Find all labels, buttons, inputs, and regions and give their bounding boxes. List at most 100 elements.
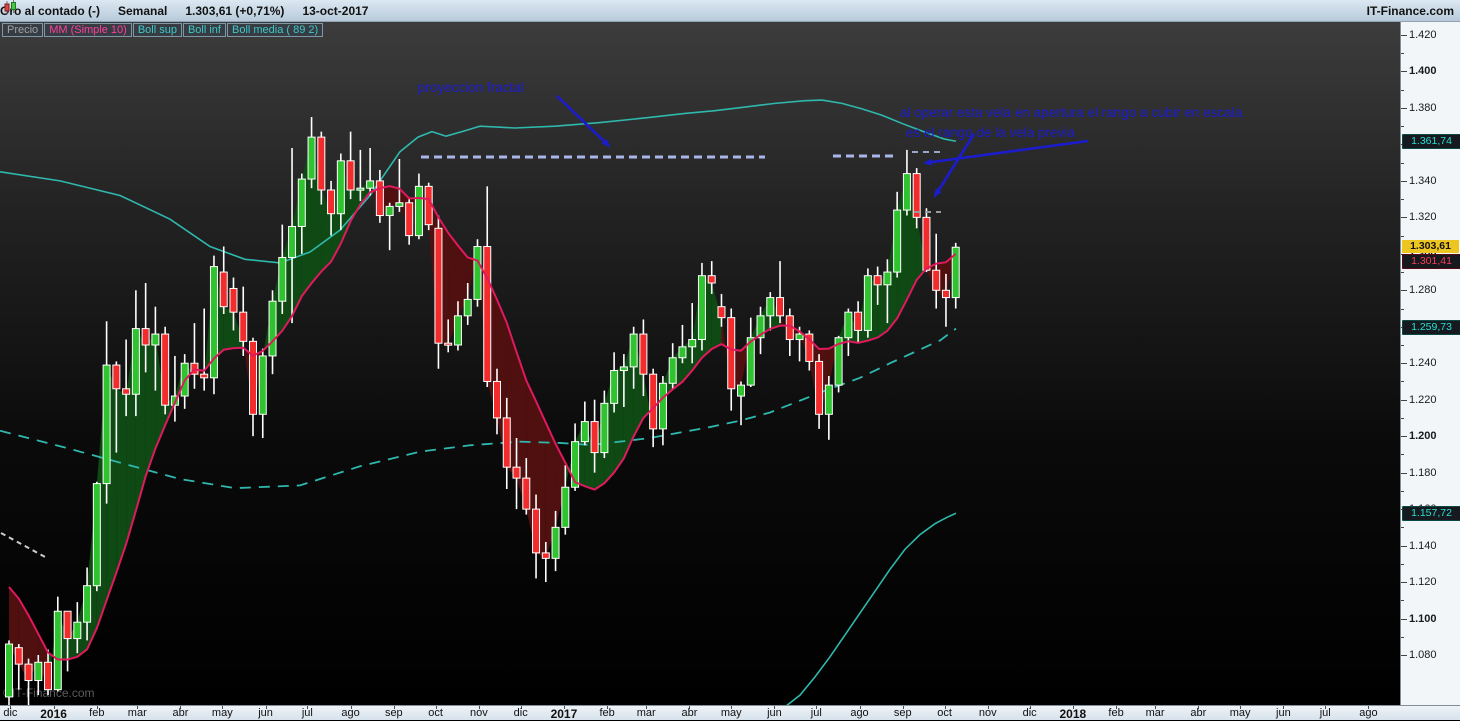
month-label: 2016 bbox=[40, 707, 67, 721]
price-tick bbox=[1401, 126, 1404, 128]
candle bbox=[697, 275, 706, 341]
candle bbox=[854, 311, 863, 331]
legend-chip-boll-media-89-2[interactable]: Boll media ( 89 2) bbox=[226, 23, 324, 37]
candle bbox=[102, 364, 111, 485]
month-label: abr bbox=[1190, 707, 1207, 719]
candle bbox=[483, 246, 492, 382]
fractal-projection-label[interactable]: proyeccion fractal bbox=[418, 80, 524, 95]
candle bbox=[141, 328, 150, 346]
candle bbox=[444, 342, 453, 346]
time-axis[interactable]: dic 2016 feb mar abr may jun jul ago sep oct nov dic… bbox=[0, 705, 1460, 721]
candle bbox=[24, 663, 33, 682]
candle bbox=[600, 402, 609, 454]
candle bbox=[14, 647, 23, 665]
candle bbox=[151, 333, 160, 346]
candle bbox=[561, 486, 570, 528]
candle bbox=[122, 388, 131, 395]
price-tick bbox=[1401, 545, 1407, 547]
price-chart-plot: ©IT-Finance.comproyeccion fractalal oper… bbox=[0, 80, 1243, 705]
legend-chip-mm-simple-10[interactable]: MM (Simple 10) bbox=[44, 23, 132, 37]
drawn-dashed-line[interactable] bbox=[0, 532, 48, 559]
candle bbox=[200, 373, 209, 379]
candle bbox=[649, 373, 658, 430]
candle bbox=[707, 275, 716, 284]
legend-chip-precio[interactable]: Precio bbox=[2, 23, 44, 37]
candle bbox=[453, 315, 462, 346]
trade-note-line1[interactable]: al operar esta vela en apertura el rango… bbox=[900, 105, 1243, 120]
candle bbox=[639, 333, 648, 375]
month-label: jul bbox=[301, 707, 313, 719]
month-label: may bbox=[211, 707, 233, 719]
price-tick-label: 1.100 bbox=[1409, 612, 1437, 625]
candle bbox=[619, 366, 628, 372]
candle bbox=[346, 160, 355, 191]
price-tick bbox=[1401, 527, 1404, 529]
month-label: sep bbox=[384, 707, 403, 719]
price-tick-label: 1.380 bbox=[1409, 101, 1437, 114]
timeframe-label[interactable]: Semanal bbox=[118, 4, 167, 18]
price-tick bbox=[1401, 272, 1404, 274]
price-tick-label: 1.200 bbox=[1409, 430, 1437, 443]
candle bbox=[580, 421, 589, 443]
brand-link[interactable]: IT-Finance.com bbox=[1367, 4, 1454, 18]
month-label: jul bbox=[810, 707, 822, 719]
price-tick-label: 1.340 bbox=[1409, 174, 1437, 187]
price-tick bbox=[1401, 600, 1404, 602]
trade-note-line2[interactable]: es el rango de la vela previa bbox=[906, 125, 1075, 140]
candle bbox=[375, 180, 384, 217]
candle bbox=[112, 364, 121, 390]
candle bbox=[5, 643, 13, 698]
candle bbox=[737, 384, 745, 397]
drawn-arrow[interactable] bbox=[933, 133, 976, 198]
price-tick bbox=[1401, 89, 1404, 91]
price-tick-label: 1.180 bbox=[1409, 466, 1437, 479]
month-label: jul bbox=[1319, 707, 1331, 719]
candle bbox=[512, 466, 521, 479]
candle bbox=[893, 209, 902, 273]
price-tick-label: 1.240 bbox=[1409, 357, 1437, 370]
drawn-arrow[interactable] bbox=[556, 95, 611, 148]
month-label: oct bbox=[428, 707, 443, 719]
price-tick bbox=[1401, 618, 1407, 620]
price-tick bbox=[1401, 71, 1407, 73]
candle bbox=[34, 661, 43, 682]
price-tag-yellow: 1.303,61 bbox=[1402, 240, 1459, 254]
candle bbox=[463, 298, 472, 317]
last-date: 13-oct-2017 bbox=[302, 3, 369, 18]
candle bbox=[473, 246, 482, 300]
month-label: oct bbox=[937, 707, 952, 719]
month-label: feb bbox=[599, 707, 615, 719]
chart-canvas[interactable]: ©IT-Finance.comproyeccion fractalal oper… bbox=[0, 22, 1400, 705]
candle bbox=[219, 271, 228, 308]
candle bbox=[307, 136, 316, 180]
candle bbox=[83, 585, 92, 623]
candle bbox=[863, 275, 872, 331]
candle bbox=[327, 189, 336, 215]
candle bbox=[502, 417, 511, 468]
candle bbox=[356, 187, 365, 191]
candle bbox=[92, 483, 101, 587]
candle bbox=[434, 227, 443, 344]
price-tick-label: 1.420 bbox=[1409, 29, 1437, 41]
price-tick-label: 1.320 bbox=[1409, 211, 1437, 224]
price-tag-red: 1.301,41 bbox=[1402, 254, 1460, 270]
month-label: jun bbox=[258, 707, 273, 719]
candle bbox=[131, 328, 140, 395]
price-tick-label: 1.220 bbox=[1409, 393, 1437, 406]
month-label: ago bbox=[850, 707, 869, 719]
candle bbox=[688, 339, 697, 348]
candle bbox=[53, 610, 62, 691]
price-tick-label: 1.140 bbox=[1409, 539, 1437, 552]
price-axis[interactable]: 1.4201.4001.3801.3601.3401.3201.3001.280… bbox=[1400, 22, 1460, 705]
month-label: abr bbox=[681, 707, 698, 719]
candle bbox=[912, 173, 921, 218]
candle bbox=[776, 297, 785, 317]
legend-chip-boll-sup[interactable]: Boll sup bbox=[132, 23, 182, 37]
month-label: dic bbox=[1022, 707, 1037, 719]
month-label: nov bbox=[978, 707, 997, 719]
legend-chip-boll-inf[interactable]: Boll inf bbox=[182, 23, 226, 37]
boll-sup-line bbox=[0, 99, 957, 264]
drawn-arrow[interactable] bbox=[923, 139, 1089, 166]
candle bbox=[824, 384, 833, 415]
price-tick bbox=[1401, 490, 1404, 492]
